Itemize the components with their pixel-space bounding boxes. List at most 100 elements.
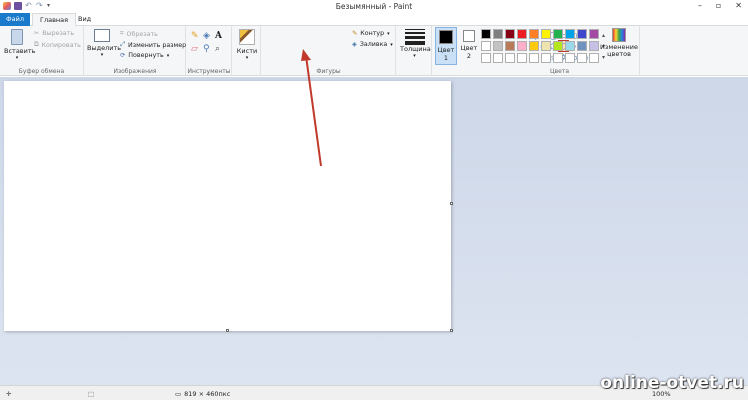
color-swatch-1-1[interactable] bbox=[481, 29, 491, 39]
chevron-down-icon: ▾ bbox=[387, 30, 390, 37]
minimize-icon[interactable]: – bbox=[698, 1, 702, 10]
color-swatch-1-4[interactable] bbox=[517, 29, 527, 39]
select-icon bbox=[94, 29, 110, 42]
color-swatch-1-2[interactable] bbox=[493, 29, 503, 39]
canvas-workspace bbox=[0, 77, 748, 385]
clipboard-group: Вставить ▾ ✂ Вырезать ⧉ Копировать Буфер… bbox=[0, 26, 84, 76]
color2-button[interactable]: Цвет 2 bbox=[459, 27, 479, 65]
tab-view[interactable]: Вид bbox=[71, 13, 98, 26]
chevron-down-icon: ▾ bbox=[390, 41, 393, 48]
canvas-resize-handle-corner[interactable] bbox=[450, 329, 453, 332]
resize-button[interactable]: ⤢ Изменить размер bbox=[120, 41, 186, 49]
colors-group-label: Цвета bbox=[549, 68, 570, 75]
color-swatch-2-10[interactable] bbox=[589, 41, 599, 51]
color-swatch-2-2[interactable] bbox=[493, 41, 503, 51]
ribbon-tabs: Файл Главная Вид bbox=[0, 13, 748, 27]
canvas-resize-handle-right[interactable] bbox=[450, 202, 453, 205]
color1-button[interactable]: Цвет 1 bbox=[435, 27, 457, 65]
color-swatch-3-6[interactable] bbox=[541, 53, 551, 63]
select-label: Выделить bbox=[87, 44, 122, 52]
crop-button[interactable]: ⌗ Обрезать bbox=[120, 30, 158, 38]
brushes-button[interactable]: Кисти ▾ bbox=[235, 29, 259, 61]
selection-size-icon: ⬚ bbox=[88, 390, 95, 398]
thickness-label: Толщина bbox=[400, 45, 431, 53]
color-swatch-2-1[interactable] bbox=[481, 41, 491, 51]
fill-button[interactable]: ◈ Заливка ▾ bbox=[352, 41, 393, 48]
image-size-value: 819 × 460пкс bbox=[184, 390, 231, 398]
outline-button[interactable]: ✎ Контур ▾ bbox=[352, 30, 390, 37]
color-swatch-2-6[interactable] bbox=[541, 41, 551, 51]
color-picker-icon[interactable]: ⚲ bbox=[203, 44, 215, 57]
edit-colors-icon bbox=[612, 28, 626, 42]
color-swatch-1-5[interactable] bbox=[529, 29, 539, 39]
color-swatch-1-9[interactable] bbox=[577, 29, 587, 39]
text-icon[interactable]: A bbox=[215, 31, 227, 44]
pencil-icon[interactable]: ✎ bbox=[191, 31, 203, 44]
color-swatch-3-1[interactable] bbox=[481, 53, 491, 63]
edit-colors-label: Изменение цветов bbox=[600, 43, 638, 58]
color-swatch-3-4[interactable] bbox=[517, 53, 527, 63]
rotate-icon: ⟳ bbox=[120, 52, 126, 59]
chevron-down-icon: ▾ bbox=[15, 55, 19, 61]
color-swatch-3-10[interactable] bbox=[589, 53, 599, 63]
image-size: ▭ 819 × 460пкс bbox=[175, 390, 230, 398]
cut-button[interactable]: ✂ Вырезать bbox=[34, 30, 74, 37]
color-swatch-3-3[interactable] bbox=[505, 53, 515, 63]
color2-swatch bbox=[463, 30, 475, 42]
color-swatch-3-9[interactable] bbox=[577, 53, 587, 63]
chevron-down-icon: ▾ bbox=[166, 52, 170, 59]
maximize-icon[interactable]: ▫ bbox=[716, 1, 721, 10]
color-swatch-1-3[interactable] bbox=[505, 29, 515, 39]
tab-home[interactable]: Главная bbox=[32, 13, 77, 27]
select-button[interactable]: Выделить ▾ bbox=[87, 29, 122, 58]
color-swatch-2-9[interactable] bbox=[577, 41, 587, 51]
fill-label: Заливка bbox=[359, 41, 388, 48]
color1-label: Цвет bbox=[437, 46, 455, 54]
thickness-button[interactable]: Толщина ▾ bbox=[400, 29, 431, 59]
close-icon[interactable]: ✕ bbox=[735, 1, 742, 10]
thickness-lines-icon bbox=[404, 29, 425, 45]
color-swatch-2-4[interactable] bbox=[517, 41, 527, 51]
chevron-down-icon: ▾ bbox=[245, 55, 249, 61]
color-swatch-2-8[interactable] bbox=[565, 41, 575, 51]
copy-button[interactable]: ⧉ Копировать bbox=[34, 41, 81, 49]
color1-number: 1 bbox=[443, 54, 449, 62]
cut-label: Вырезать bbox=[42, 30, 75, 37]
color1-swatch bbox=[439, 30, 453, 44]
paste-label: Вставить bbox=[4, 47, 36, 55]
cursor-position-icon: ✛ bbox=[6, 390, 12, 398]
outline-icon: ✎ bbox=[352, 30, 358, 37]
color-swatch-3-2[interactable] bbox=[493, 53, 503, 63]
drawing-canvas[interactable] bbox=[4, 81, 451, 331]
color-swatch-3-8[interactable] bbox=[565, 53, 575, 63]
color2-number: 2 bbox=[466, 52, 472, 60]
color-swatch-1-10[interactable] bbox=[589, 29, 599, 39]
chevron-down-icon: ▾ bbox=[100, 52, 104, 58]
brushes-group: Кисти ▾ bbox=[233, 26, 261, 76]
color-swatch-2-3[interactable] bbox=[505, 41, 515, 51]
rotate-button[interactable]: ⟳ Повернуть ▾ bbox=[120, 52, 169, 59]
crop-icon: ⌗ bbox=[120, 30, 124, 37]
paste-button[interactable]: Вставить ▾ bbox=[4, 29, 36, 61]
color-swatch-1-8[interactable] bbox=[565, 29, 575, 39]
crop-label: Обрезать bbox=[126, 30, 158, 38]
fill-bucket-icon[interactable]: ◈ bbox=[203, 31, 215, 44]
edit-colors-button[interactable]: Изменение цветов bbox=[600, 28, 638, 58]
tools-group-label: Инструменты bbox=[187, 68, 231, 75]
canvas-resize-handle-bottom[interactable] bbox=[226, 329, 229, 332]
color-swatch-1-7[interactable] bbox=[553, 29, 563, 39]
color-swatch-2-5[interactable] bbox=[529, 41, 539, 51]
fill-icon: ◈ bbox=[352, 41, 357, 48]
chevron-down-icon: ▾ bbox=[413, 53, 416, 59]
color-swatch-1-6[interactable] bbox=[541, 29, 551, 39]
color-swatch-3-5[interactable] bbox=[529, 53, 539, 63]
eraser-icon[interactable]: ▱ bbox=[191, 44, 203, 57]
magnifier-icon[interactable]: ⌕ bbox=[215, 44, 227, 57]
paste-icon bbox=[11, 29, 23, 45]
tab-file[interactable]: Файл bbox=[0, 13, 30, 26]
color-swatch-3-7[interactable] bbox=[553, 53, 563, 63]
image-group-label: Изображения bbox=[113, 68, 157, 75]
color-swatch-2-7[interactable] bbox=[553, 41, 563, 51]
clipboard-group-label: Буфер обмена bbox=[18, 68, 65, 75]
shapes-group: ╲ ∿ ◯ ▭ ▢ ⬠ △ ▴ ◺ ◇ ⬠ ⬡ ⇨ ⇦ ⇧ ▾ ⇩ ✧ ☆ ✡ … bbox=[262, 26, 605, 76]
